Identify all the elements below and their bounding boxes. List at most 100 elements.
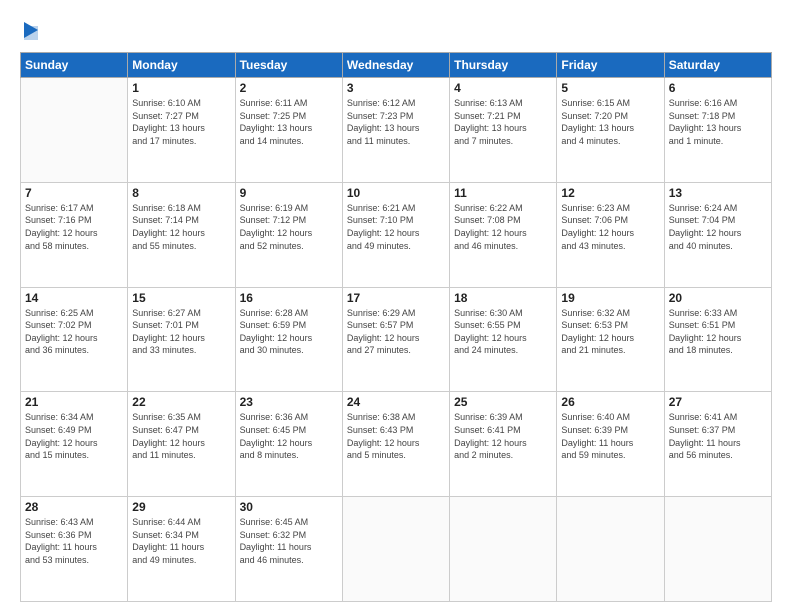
- logo: [20, 22, 40, 42]
- day-cell: 24 Sunrise: 6:38 AM Sunset: 6:43 PM Dayli…: [342, 392, 449, 497]
- day-cell: 12Sunrise: 6:23 AM Sunset: 7:06 PM Dayli…: [557, 182, 664, 287]
- day-info: Sunrise: 6:40 AM Sunset: 6:39 PM Dayligh…: [561, 411, 659, 461]
- day-number: 26: [561, 395, 659, 409]
- day-number: 30: [240, 500, 338, 514]
- day-cell: 8 Sunrise: 6:18 AM Sunset: 7:14 PM Daylig…: [128, 182, 235, 287]
- day-cell: 13 Sunrise: 6:24 AM Sunset: 7:04 PM Dayli…: [664, 182, 771, 287]
- day-header-friday: Friday: [557, 53, 664, 78]
- day-cell: 10 Sunrise: 6:21 AM Sunset: 7:10 PM Dayli…: [342, 182, 449, 287]
- day-cell: 29 Sunrise: 6:44 AM Sunset: 6:34 PM Dayli…: [128, 497, 235, 602]
- day-cell: [664, 497, 771, 602]
- day-number: 20: [669, 291, 767, 305]
- day-info: Sunrise: 6:16 AM Sunset: 7:18 PM Dayligh…: [669, 97, 767, 147]
- day-header-saturday: Saturday: [664, 53, 771, 78]
- day-info: Sunrise: 6:22 AM Sunset: 7:08 PM Dayligh…: [454, 202, 552, 252]
- day-number: 2: [240, 81, 338, 95]
- day-info: Sunrise: 6:27 AM Sunset: 7:01 PM Dayligh…: [132, 307, 230, 357]
- header: [20, 18, 772, 42]
- day-info: Sunrise: 6:34 AM Sunset: 6:49 PM Dayligh…: [25, 411, 123, 461]
- day-info: Sunrise: 6:45 AM Sunset: 6:32 PM Dayligh…: [240, 516, 338, 566]
- week-row-3: 14Sunrise: 6:25 AM Sunset: 7:02 PM Dayli…: [21, 287, 772, 392]
- day-info: Sunrise: 6:30 AM Sunset: 6:55 PM Dayligh…: [454, 307, 552, 357]
- day-cell: 27 Sunrise: 6:41 AM Sunset: 6:37 PM Dayli…: [664, 392, 771, 497]
- day-number: 1: [132, 81, 230, 95]
- day-number: 7: [25, 186, 123, 200]
- day-number: 16: [240, 291, 338, 305]
- day-cell: 19Sunrise: 6:32 AM Sunset: 6:53 PM Dayli…: [557, 287, 664, 392]
- day-cell: [557, 497, 664, 602]
- day-header-monday: Monday: [128, 53, 235, 78]
- day-cell: 3 Sunrise: 6:12 AM Sunset: 7:23 PM Daylig…: [342, 78, 449, 183]
- week-row-5: 28Sunrise: 6:43 AM Sunset: 6:36 PM Dayli…: [21, 497, 772, 602]
- day-number: 13: [669, 186, 767, 200]
- day-number: 23: [240, 395, 338, 409]
- day-cell: 20 Sunrise: 6:33 AM Sunset: 6:51 PM Dayli…: [664, 287, 771, 392]
- day-info: Sunrise: 6:10 AM Sunset: 7:27 PM Dayligh…: [132, 97, 230, 147]
- day-number: 19: [561, 291, 659, 305]
- day-number: 28: [25, 500, 123, 514]
- day-info: Sunrise: 6:29 AM Sunset: 6:57 PM Dayligh…: [347, 307, 445, 357]
- day-number: 27: [669, 395, 767, 409]
- day-info: Sunrise: 6:12 AM Sunset: 7:23 PM Dayligh…: [347, 97, 445, 147]
- day-cell: 22 Sunrise: 6:35 AM Sunset: 6:47 PM Dayli…: [128, 392, 235, 497]
- day-cell: 5 Sunrise: 6:15 AM Sunset: 7:20 PM Daylig…: [557, 78, 664, 183]
- day-header-wednesday: Wednesday: [342, 53, 449, 78]
- day-info: Sunrise: 6:41 AM Sunset: 6:37 PM Dayligh…: [669, 411, 767, 461]
- day-info: Sunrise: 6:44 AM Sunset: 6:34 PM Dayligh…: [132, 516, 230, 566]
- calendar-table: SundayMondayTuesdayWednesdayThursdayFrid…: [20, 52, 772, 602]
- day-info: Sunrise: 6:35 AM Sunset: 6:47 PM Dayligh…: [132, 411, 230, 461]
- day-cell: 6Sunrise: 6:16 AM Sunset: 7:18 PM Daylig…: [664, 78, 771, 183]
- day-number: 17: [347, 291, 445, 305]
- day-cell: 18 Sunrise: 6:30 AM Sunset: 6:55 PM Dayli…: [450, 287, 557, 392]
- day-info: Sunrise: 6:21 AM Sunset: 7:10 PM Dayligh…: [347, 202, 445, 252]
- day-header-thursday: Thursday: [450, 53, 557, 78]
- day-cell: 9 Sunrise: 6:19 AM Sunset: 7:12 PM Daylig…: [235, 182, 342, 287]
- day-cell: 14Sunrise: 6:25 AM Sunset: 7:02 PM Dayli…: [21, 287, 128, 392]
- day-cell: 26 Sunrise: 6:40 AM Sunset: 6:39 PM Dayli…: [557, 392, 664, 497]
- day-number: 15: [132, 291, 230, 305]
- day-number: 24: [347, 395, 445, 409]
- day-cell: [450, 497, 557, 602]
- day-info: Sunrise: 6:33 AM Sunset: 6:51 PM Dayligh…: [669, 307, 767, 357]
- day-number: 12: [561, 186, 659, 200]
- day-cell: 16Sunrise: 6:28 AM Sunset: 6:59 PM Dayli…: [235, 287, 342, 392]
- day-number: 10: [347, 186, 445, 200]
- day-number: 8: [132, 186, 230, 200]
- logo-icon: [22, 20, 40, 42]
- calendar-body: 1 Sunrise: 6:10 AM Sunset: 7:27 PM Daylig…: [21, 78, 772, 602]
- week-row-1: 1 Sunrise: 6:10 AM Sunset: 7:27 PM Daylig…: [21, 78, 772, 183]
- day-cell: 4 Sunrise: 6:13 AM Sunset: 7:21 PM Daylig…: [450, 78, 557, 183]
- day-number: 29: [132, 500, 230, 514]
- day-info: Sunrise: 6:15 AM Sunset: 7:20 PM Dayligh…: [561, 97, 659, 147]
- day-info: Sunrise: 6:11 AM Sunset: 7:25 PM Dayligh…: [240, 97, 338, 147]
- day-info: Sunrise: 6:38 AM Sunset: 6:43 PM Dayligh…: [347, 411, 445, 461]
- day-info: Sunrise: 6:36 AM Sunset: 6:45 PM Dayligh…: [240, 411, 338, 461]
- day-info: Sunrise: 6:24 AM Sunset: 7:04 PM Dayligh…: [669, 202, 767, 252]
- day-number: 21: [25, 395, 123, 409]
- header-row: SundayMondayTuesdayWednesdayThursdayFrid…: [21, 53, 772, 78]
- day-cell: 1 Sunrise: 6:10 AM Sunset: 7:27 PM Daylig…: [128, 78, 235, 183]
- page: SundayMondayTuesdayWednesdayThursdayFrid…: [0, 0, 792, 612]
- day-number: 25: [454, 395, 552, 409]
- day-cell: 17 Sunrise: 6:29 AM Sunset: 6:57 PM Dayli…: [342, 287, 449, 392]
- day-number: 5: [561, 81, 659, 95]
- day-info: Sunrise: 6:19 AM Sunset: 7:12 PM Dayligh…: [240, 202, 338, 252]
- day-number: 9: [240, 186, 338, 200]
- day-info: Sunrise: 6:17 AM Sunset: 7:16 PM Dayligh…: [25, 202, 123, 252]
- day-number: 4: [454, 81, 552, 95]
- day-header-sunday: Sunday: [21, 53, 128, 78]
- day-cell: 25Sunrise: 6:39 AM Sunset: 6:41 PM Dayli…: [450, 392, 557, 497]
- day-info: Sunrise: 6:25 AM Sunset: 7:02 PM Dayligh…: [25, 307, 123, 357]
- day-number: 11: [454, 186, 552, 200]
- day-cell: 23 Sunrise: 6:36 AM Sunset: 6:45 PM Dayli…: [235, 392, 342, 497]
- day-number: 22: [132, 395, 230, 409]
- day-info: Sunrise: 6:18 AM Sunset: 7:14 PM Dayligh…: [132, 202, 230, 252]
- day-cell: 15 Sunrise: 6:27 AM Sunset: 7:01 PM Dayli…: [128, 287, 235, 392]
- day-number: 3: [347, 81, 445, 95]
- day-cell: 7 Sunrise: 6:17 AM Sunset: 7:16 PM Daylig…: [21, 182, 128, 287]
- day-cell: 30 Sunrise: 6:45 AM Sunset: 6:32 PM Dayli…: [235, 497, 342, 602]
- day-header-tuesday: Tuesday: [235, 53, 342, 78]
- week-row-4: 21 Sunrise: 6:34 AM Sunset: 6:49 PM Dayli…: [21, 392, 772, 497]
- day-info: Sunrise: 6:13 AM Sunset: 7:21 PM Dayligh…: [454, 97, 552, 147]
- day-number: 18: [454, 291, 552, 305]
